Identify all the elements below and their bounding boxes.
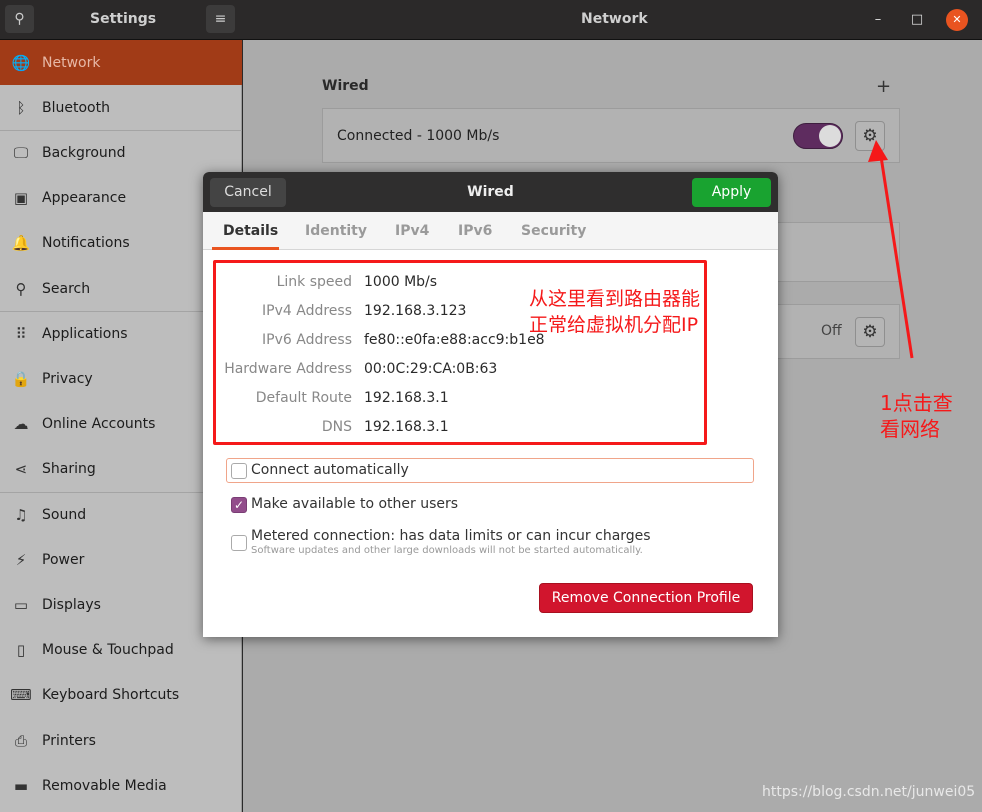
annotation-arrow	[868, 140, 914, 359]
annotation-note-click: 1点击查看网络	[880, 391, 953, 441]
arrow-head	[868, 140, 888, 162]
arrow-line	[878, 149, 914, 359]
watermark: https://blog.csdn.net/junwei05	[762, 784, 976, 800]
